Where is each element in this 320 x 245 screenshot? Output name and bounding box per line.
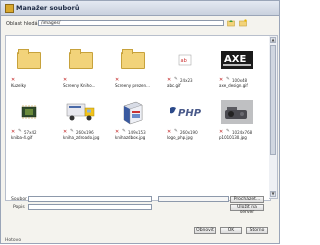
path-value: /images/ [41, 21, 61, 26]
file-path-input[interactable] [28, 196, 152, 202]
image-dimensions: 100x48 [232, 77, 248, 83]
file-item[interactable]: ✕ Kuzelky [8, 40, 52, 92]
browse-button[interactable]: Procházet... [230, 196, 264, 203]
edit-icon[interactable]: ✎ [226, 129, 230, 134]
file-manager-window: Manažer souborů Oblast hledání /images/ … [0, 0, 280, 244]
image-dimensions: 260x190 [180, 129, 198, 135]
folder-thumb [12, 44, 46, 76]
file-item[interactable]: PHP ✕ ✎ 260x190 logo_php.jpg [164, 92, 208, 144]
folder-thumb [64, 44, 98, 76]
chip-thumb [12, 96, 46, 128]
upload-panel: Soubor Procházet... Popis Uložit na serv… [1, 196, 279, 245]
path-select[interactable]: /images/ [38, 20, 224, 26]
folder-icon [17, 48, 41, 69]
vertical-scrollbar[interactable]: ▲ ▼ [269, 35, 278, 199]
file-name: kniha_zdroado.jpg [63, 135, 100, 140]
edit-icon[interactable]: ✎ [18, 129, 22, 134]
new-folder-icon[interactable] [239, 19, 247, 27]
image-dimensions: 1024x768 [232, 129, 253, 135]
cancel-button[interactable]: Storno [246, 227, 268, 234]
folder-thumb [116, 44, 150, 76]
file-name: p1010130.jpg [219, 135, 247, 140]
image-dimensions: 260x196 [76, 129, 94, 135]
axe-thumb: AXE [220, 44, 254, 76]
scroll-down-arrow-icon[interactable]: ▼ [270, 191, 276, 197]
svg-text:AXE: AXE [224, 54, 246, 65]
file-item[interactable]: ✕ ✎ 1024x768 p1010130.jpg [216, 92, 260, 144]
file-name: logo_php.jpg [167, 135, 193, 140]
file-item[interactable]: ✕ ✎ 57x42 kniba-4.gif [8, 92, 52, 144]
file-chooser-field[interactable] [158, 196, 229, 202]
description-input[interactable] [28, 204, 152, 210]
refresh-button[interactable]: Obnovit [194, 227, 216, 234]
up-folder-icon[interactable] [227, 19, 235, 27]
file-item[interactable]: AXE ✕ ✎ 100x48 axe_design.gif [216, 40, 260, 92]
svg-text:ab: ab [181, 58, 187, 64]
description-label: Popis [13, 205, 25, 210]
file-grid: ✕ Kuzelky ✕ Screeny Kniho... ✕ Screeny p… [5, 35, 271, 201]
edit-icon[interactable]: ✎ [122, 129, 126, 134]
file-name: Screeny Kniho... [63, 83, 96, 88]
upload-button[interactable]: Uložit na server [230, 204, 264, 215]
box-thumb [116, 96, 150, 128]
edit-icon[interactable]: ✎ [174, 77, 178, 82]
title-bar: Manažer souborů [1, 1, 279, 16]
edit-icon[interactable]: ✎ [70, 129, 74, 134]
folder-icon [121, 48, 145, 69]
image-dimensions: 24x23 [180, 77, 193, 83]
file-label: Soubor [11, 197, 27, 202]
ok-button[interactable]: OK [220, 227, 242, 234]
file-item[interactable]: ab ✕ ✎ 24x23 abc.gif [164, 40, 208, 92]
edit-icon[interactable]: ✎ [226, 77, 230, 82]
search-area-label: Oblast hledání [6, 21, 43, 27]
window-title: Manažer souborů [16, 4, 80, 12]
edit-icon[interactable]: ✎ [174, 129, 178, 134]
status-text: Hotovo [5, 238, 22, 243]
file-name: abc.gif [167, 83, 181, 88]
folder-icon [69, 48, 93, 69]
file-item[interactable]: ✕ Screeny Kniho... [60, 40, 104, 92]
svg-text:PHP: PHP [178, 108, 202, 119]
scroll-up-arrow-icon[interactable]: ▲ [270, 37, 276, 43]
folder-app-icon [5, 4, 14, 13]
scroll-thumb[interactable] [270, 45, 276, 155]
php-logo-thumb: PHP [168, 96, 202, 128]
file-name: knihazdbox.jpg [115, 135, 146, 140]
abc-thumb: ab [168, 44, 202, 76]
toolbar: Oblast hledání /images/ [1, 16, 279, 28]
photo-thumb [220, 96, 254, 128]
file-item[interactable]: ✕ ✎ 149x153 knihazdbox.jpg [112, 92, 156, 144]
file-name: kniba-4.gif [11, 135, 33, 140]
file-name: axe_design.gif [219, 83, 248, 88]
image-dimensions: 57x42 [24, 129, 37, 135]
file-item[interactable]: ✕ Screeny prezen... [112, 40, 156, 92]
file-name: Screeny prezen... [115, 83, 150, 88]
truck-thumb [64, 96, 98, 128]
image-dimensions: 149x153 [128, 129, 146, 135]
file-name: Kuzelky [11, 83, 27, 88]
file-item[interactable]: ✕ ✎ 260x196 kniha_zdroado.jpg [60, 92, 104, 144]
